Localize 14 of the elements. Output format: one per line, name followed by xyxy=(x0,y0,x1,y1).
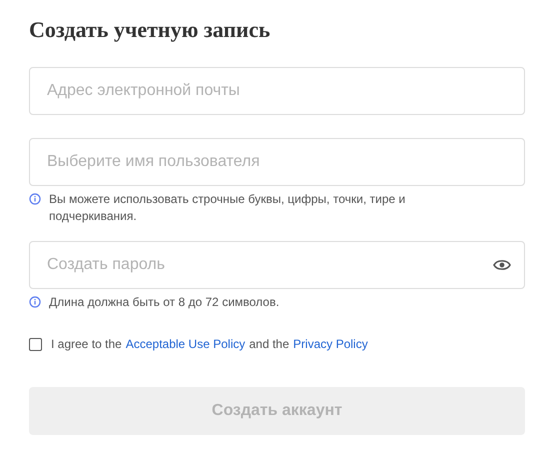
agreement-text: I agree to the xyxy=(51,336,122,353)
policy-link[interactable]: Acceptable Use Policy xyxy=(126,335,246,353)
password-field[interactable]: Создать пароль xyxy=(29,241,525,289)
policy-link[interactable]: Privacy Policy xyxy=(293,335,368,353)
agreement-text: and the xyxy=(249,336,290,353)
info-icon xyxy=(29,193,41,205)
input-field[interactable]: Адрес электронной почты xyxy=(29,67,525,115)
eye-icon[interactable] xyxy=(493,259,511,271)
input-field[interactable]: Выберите имя пользователя xyxy=(29,138,525,186)
agree-checkbox[interactable] xyxy=(29,338,42,350)
hint-text: Вы можете использовать строчные буквы, цифры, точки, тире и подчеркивания. xyxy=(49,191,406,225)
page-title: Создать учетную запись xyxy=(29,16,272,44)
info-icon xyxy=(29,296,41,308)
hint-text: Длина должна быть от 8 до 72 символов. xyxy=(49,294,280,311)
